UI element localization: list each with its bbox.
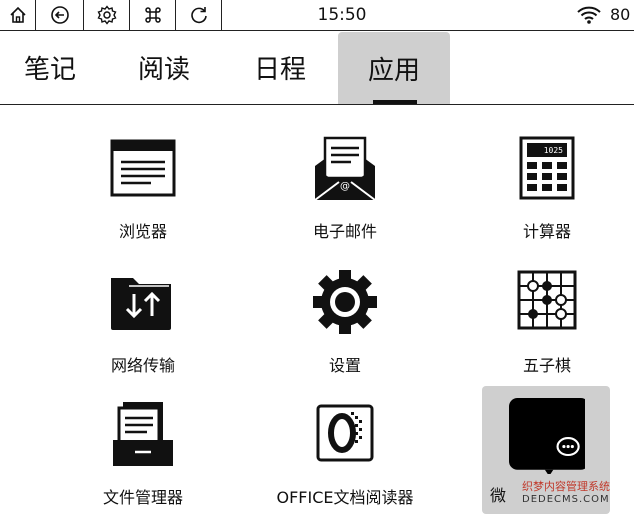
tab-reading[interactable]: 阅读	[114, 30, 214, 104]
wechat-icon	[509, 398, 585, 474]
status-bar: 15:50 80	[0, 0, 634, 31]
command-button[interactable]	[130, 0, 176, 30]
network-transfer-icon	[111, 278, 171, 330]
wifi-icon	[577, 6, 601, 24]
tab-schedule[interactable]: 日程	[230, 30, 330, 104]
app-gomoku[interactable]: 五子棋	[462, 270, 632, 390]
svg-text:@: @	[340, 181, 350, 192]
app-label: 文件管理器	[102, 488, 183, 507]
watermark-line1: 织梦内容管理系统	[522, 480, 610, 493]
tab-notes[interactable]: 笔记	[0, 30, 100, 104]
gomoku-icon	[517, 270, 577, 330]
app-browser[interactable]: 浏览器	[58, 136, 228, 256]
app-settings[interactable]: 设置	[260, 270, 430, 390]
tab-bar: 笔记 阅读 日程 应用	[0, 30, 634, 105]
back-icon	[50, 6, 69, 24]
home-icon	[9, 6, 26, 23]
email-icon: @	[314, 136, 376, 201]
settings-button[interactable]	[84, 0, 130, 30]
app-label: 浏览器	[118, 222, 167, 241]
file-manager-icon	[113, 402, 173, 466]
app-network-transfer[interactable]: 网络传输	[58, 270, 228, 390]
tab-apps[interactable]: 应用	[338, 32, 450, 104]
app-office-reader[interactable]: OFFICE文档阅读器	[260, 402, 430, 522]
command-icon	[144, 7, 161, 23]
home-button[interactable]	[0, 0, 36, 30]
app-file-manager[interactable]: 文件管理器	[58, 402, 228, 522]
office-reader-icon	[316, 404, 374, 462]
watermark-line2: DEDECMS.COM	[522, 494, 610, 505]
back-button[interactable]	[36, 0, 84, 30]
refresh-button[interactable]	[176, 0, 222, 30]
calculator-display: 1025	[544, 146, 563, 155]
watermark: 织梦内容管理系统 DEDECMS.COM	[522, 480, 632, 506]
clock: 15:50	[317, 5, 367, 25]
app-label: 网络传输	[110, 356, 175, 375]
refresh-icon	[190, 7, 207, 24]
app-label: 设置	[328, 356, 361, 375]
battery-level: 80	[610, 5, 631, 24]
active-tab-indicator	[373, 100, 417, 104]
app-label: 计算器	[522, 222, 571, 241]
browser-icon	[110, 139, 176, 197]
app-label: 五子棋	[522, 356, 571, 375]
app-label: 电子邮件	[312, 222, 377, 241]
app-email[interactable]: @ 电子邮件	[260, 136, 430, 256]
calculator-icon: 1025	[519, 136, 575, 200]
app-label: OFFICE文档阅读器	[276, 488, 414, 507]
app-label: 微	[489, 486, 506, 505]
settings-icon	[97, 5, 116, 25]
app-calculator[interactable]: 1025 计算器	[462, 136, 632, 256]
settings-gear-icon	[313, 270, 377, 334]
